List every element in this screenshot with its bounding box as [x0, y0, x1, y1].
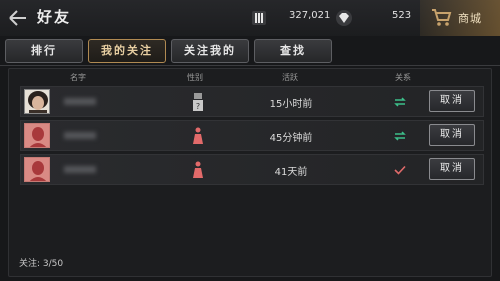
- female-silhouette-icon: [25, 124, 49, 147]
- mutual-follow-icon: [394, 97, 406, 107]
- column-header-name: 名字: [70, 73, 86, 82]
- tab-divider: [0, 65, 500, 66]
- female-gender-icon: [193, 161, 203, 178]
- tab-search[interactable]: 查找: [254, 39, 332, 63]
- avatar[interactable]: [24, 89, 50, 114]
- player-name-blurred: [64, 166, 96, 173]
- activity-text: 15小时前: [269, 99, 313, 110]
- activity-text: 45分钟前: [269, 133, 313, 144]
- follow-count: 关注: 3/50: [19, 259, 64, 269]
- column-header-activity: 活跃: [282, 73, 298, 82]
- shop-label: 商城: [458, 12, 482, 25]
- player-name-blurred: [64, 98, 96, 105]
- female-silhouette-icon: [25, 158, 49, 181]
- column-header-gender: 性别: [187, 73, 203, 82]
- tab-my-follows[interactable]: 我的关注: [88, 39, 166, 63]
- currency2-value: 523: [392, 10, 412, 21]
- avatar[interactable]: [24, 123, 50, 148]
- page-title: 好友: [37, 8, 72, 26]
- unfollow-button[interactable]: 取消: [429, 158, 475, 180]
- tab-followers[interactable]: 关注我的: [171, 39, 249, 63]
- gender-unknown-icon: ?: [193, 93, 203, 111]
- column-header-relation: 关系: [395, 73, 411, 82]
- diamond-icon: [336, 10, 352, 26]
- mutual-follow-icon: [394, 131, 406, 141]
- table-row: ? 15小时前 取消: [20, 86, 484, 117]
- activity-text: 41天前: [274, 167, 308, 178]
- top-bar: 好友 327,021 523 商城: [0, 0, 500, 36]
- table-row: 41天前 取消: [20, 154, 484, 185]
- svg-text:?: ?: [196, 102, 200, 111]
- ticket-icon: [252, 11, 266, 25]
- avatar-photo-icon: [25, 90, 49, 113]
- currency1-value: 327,021: [289, 10, 331, 21]
- unfollow-button[interactable]: 取消: [429, 124, 475, 146]
- player-name-blurred: [64, 132, 96, 139]
- shop-button[interactable]: 商城: [420, 0, 500, 36]
- shopping-cart-icon: [432, 9, 452, 26]
- back-arrow-icon[interactable]: [8, 9, 28, 27]
- following-check-icon: [394, 165, 406, 175]
- female-gender-icon: [193, 127, 203, 144]
- unfollow-button[interactable]: 取消: [429, 90, 475, 112]
- avatar[interactable]: [24, 157, 50, 182]
- table-row: 45分钟前 取消: [20, 120, 484, 151]
- tab-ranking[interactable]: 排行: [5, 39, 83, 63]
